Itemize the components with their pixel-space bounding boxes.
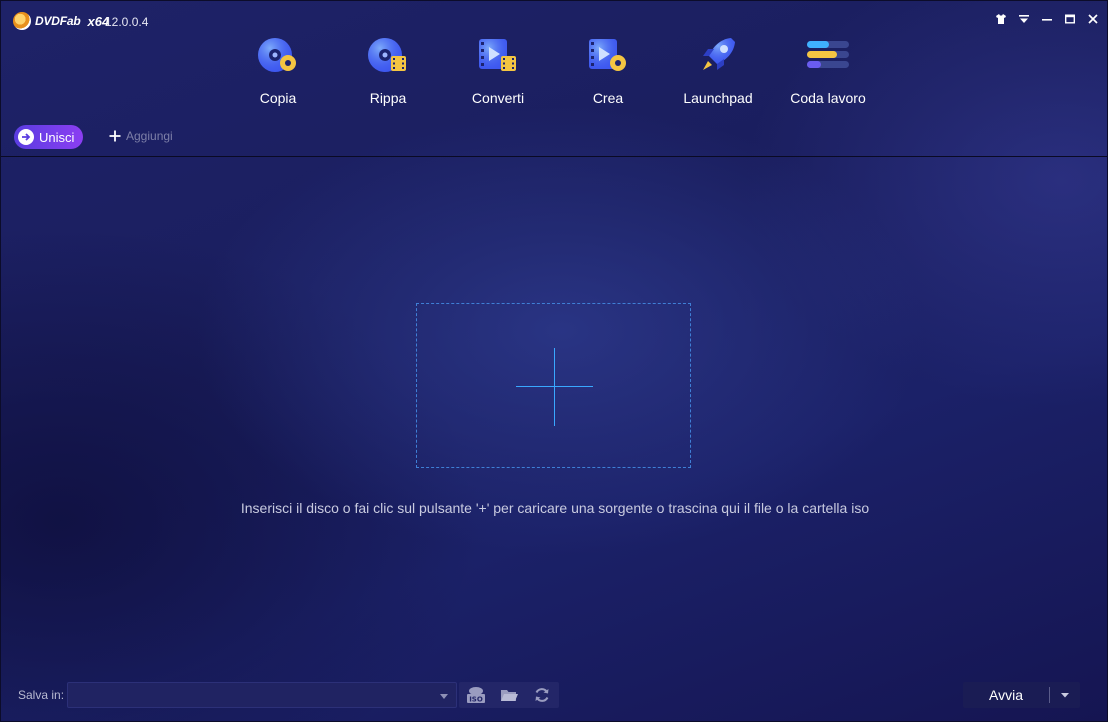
browse-folder-button[interactable] [498, 685, 520, 705]
nav-coda-lavoro-label: Coda lavoro [790, 90, 866, 106]
close-icon [1087, 14, 1098, 24]
save-path-input[interactable] [67, 682, 457, 708]
menu-button[interactable] [1017, 11, 1030, 27]
app-logo: DVDFab x64 [13, 12, 109, 30]
plus-icon [109, 130, 121, 142]
add-button[interactable]: Aggiungi [109, 129, 173, 143]
nav-converti-label: Converti [471, 90, 525, 106]
save-in-label: Salva in: [18, 688, 65, 702]
dvdfab-window: DVDFab x64 12.0.0.4 Copia Rippa Converti… [0, 0, 1108, 722]
toolbar-divider [1, 156, 1107, 157]
svg-text:ISO: ISO [469, 696, 483, 704]
menu-dropdown-icon [1018, 15, 1029, 23]
close-button[interactable] [1086, 11, 1099, 27]
nav-coda-lavoro[interactable]: Coda lavoro [773, 31, 883, 111]
sub-toolbar: Unisci Aggiungi [1, 123, 1107, 157]
save-target-buttons: ISO [459, 682, 559, 708]
nav-crea[interactable]: Crea [553, 31, 663, 111]
video-converter-icon [474, 31, 522, 79]
merge-label: Unisci [39, 129, 75, 145]
add-label: Aggiungi [126, 129, 173, 143]
refresh-icon [535, 688, 549, 702]
nav-converti[interactable]: Converti [443, 31, 553, 111]
add-source-plus-icon-vertical [554, 348, 555, 426]
minimize-icon [1041, 19, 1052, 21]
disc-ripper-icon [364, 31, 412, 79]
start-options-dropdown[interactable] [1050, 682, 1080, 708]
skin-button[interactable] [994, 11, 1007, 27]
iso-icon: ISO [466, 687, 485, 704]
chevron-down-icon [1061, 693, 1069, 698]
disc-creator-icon [584, 31, 632, 79]
nav-copia[interactable]: Copia [223, 31, 333, 111]
merge-button[interactable]: Unisci [14, 125, 84, 149]
nav-rippa-label: Rippa [369, 90, 407, 106]
dvdfab-logo-icon [13, 12, 31, 30]
nav-crea-label: Crea [592, 90, 624, 106]
rocket-icon [694, 31, 742, 79]
folder-icon [500, 690, 518, 701]
disc-copy-icon [254, 31, 302, 79]
nav-launchpad-label: Launchpad [683, 90, 753, 106]
refresh-button[interactable] [531, 685, 553, 705]
module-nav: Copia Rippa Converti Crea Launchpad Coda… [223, 31, 883, 111]
start-button[interactable]: Avvia [963, 682, 1049, 708]
save-as-iso-button[interactable]: ISO [465, 685, 487, 705]
nav-launchpad[interactable]: Launchpad [663, 31, 773, 111]
save-path-dropdown[interactable] [438, 689, 450, 701]
minimize-button[interactable] [1040, 11, 1053, 27]
nav-copia-label: Copia [259, 90, 297, 106]
window-controls [994, 11, 1099, 27]
maximize-icon [1064, 14, 1075, 24]
arrow-right-icon [18, 129, 34, 145]
logo-text: DVDFab [35, 14, 81, 28]
maximize-button[interactable] [1063, 11, 1076, 27]
drop-hint-text: Inserisci il disco o fai clic sul pulsan… [240, 500, 870, 516]
task-queue-icon [804, 31, 852, 79]
version-label: 12.0.0.4 [105, 15, 149, 29]
nav-rippa[interactable]: Rippa [333, 31, 443, 111]
start-button-group: Avvia [963, 682, 1080, 708]
skin-icon [995, 14, 1006, 24]
source-drop-zone[interactable] [416, 303, 691, 468]
chevron-down-icon [440, 694, 448, 699]
